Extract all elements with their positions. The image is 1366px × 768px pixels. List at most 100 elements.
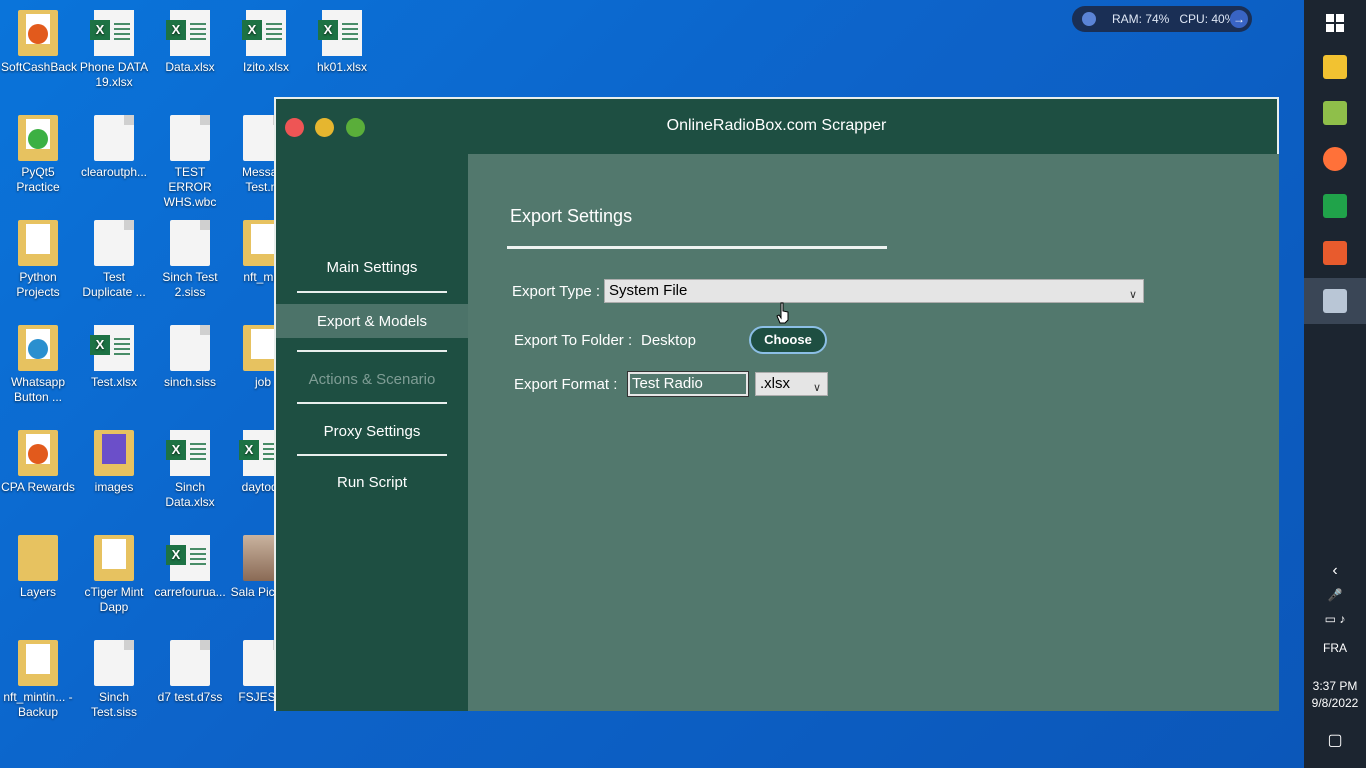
battery-volume-icons[interactable]: ▭ ♪	[1304, 612, 1366, 626]
chevron-down-icon: ∨	[812, 382, 821, 394]
nav-divider	[297, 291, 447, 293]
desktop-icon-data-xlsx[interactable]: X Data.xlsx	[153, 10, 227, 75]
camtasia-orange-icon	[1323, 241, 1347, 265]
nav-run-script[interactable]: Run Script	[276, 474, 468, 491]
export-filename-input[interactable]: Test Radio	[627, 371, 749, 397]
desktop-icon-test-xlsx[interactable]: X Test.xlsx	[77, 325, 151, 390]
folder-icon	[18, 535, 58, 581]
desktop-icon-sinch-siss[interactable]: sinch.siss	[153, 325, 227, 390]
taskbar-camtasia[interactable]	[1304, 183, 1366, 229]
arrow-right-icon[interactable]: →	[1230, 10, 1248, 28]
desktop-icon-label: Sinch Test 2.siss	[162, 270, 218, 299]
desktop-icon-layers[interactable]: Layers	[1, 535, 75, 600]
desktop-icon-pyqt5[interactable]: PyQt5 Practice	[1, 115, 75, 195]
folder-icon	[18, 10, 58, 56]
language-indicator[interactable]: FRA	[1304, 641, 1366, 655]
nav-actions-scenario[interactable]: Actions & Scenario	[276, 371, 468, 388]
desktop-icon-label: PyQt5 Practice	[16, 165, 60, 194]
nav-divider	[297, 402, 447, 404]
choose-folder-button[interactable]: Choose	[749, 326, 827, 354]
desktop-icon-whatsapp[interactable]: Whatsapp Button ...	[1, 325, 75, 405]
section-title: Export Settings	[510, 206, 633, 226]
desktop-icon-softcashback[interactable]: SoftCashBack	[1, 10, 78, 75]
desktop-icon-label: SoftCashBack	[1, 60, 78, 74]
desktop-icon-label: cTiger Mint Dapp	[84, 585, 144, 614]
desktop-icon-images[interactable]: images	[77, 430, 151, 495]
desktop-icon-sinch-test[interactable]: Sinch Test.siss	[77, 640, 151, 720]
resource-monitor[interactable]: RAM: 74% CPU: 40% →	[1072, 6, 1252, 32]
folder-icon	[18, 640, 58, 686]
folder-icon	[18, 325, 58, 371]
desktop-icon-label: TEST ERROR WHS.wbc	[163, 165, 217, 209]
desktop-icon-hk01[interactable]: X hk01.xlsx	[305, 10, 379, 75]
taskbar-firefox[interactable]	[1304, 136, 1366, 182]
notifications-icon[interactable]: ▢	[1304, 730, 1366, 750]
cpu-usage: CPU: 40%	[1179, 12, 1236, 26]
desktop-icon-izito[interactable]: X Izito.xlsx	[229, 10, 303, 75]
taskbar-camtasia-recorder[interactable]	[1304, 230, 1366, 276]
file-icon	[94, 220, 134, 266]
rocket-icon	[1082, 12, 1096, 26]
nav-divider	[297, 350, 447, 352]
desktop-icon-label: Layers	[19, 585, 57, 599]
extension-select[interactable]: .xlsx ∨	[755, 372, 828, 396]
section-underline	[507, 246, 887, 249]
nav-main-settings[interactable]: Main Settings	[276, 259, 468, 276]
excel-file-icon: X	[318, 10, 362, 56]
sidebar: Main Settings Export & Models Actions & …	[276, 154, 468, 711]
desktop-icon-test-error[interactable]: TEST ERROR WHS.wbc	[153, 115, 227, 210]
export-folder-value: Desktop	[641, 332, 697, 349]
desktop-icon-label: Phone DATA 19.xlsx	[79, 60, 149, 89]
desktop-icon-label: Izito.xlsx	[242, 60, 289, 74]
microphone-icon[interactable]: 🎤	[1304, 588, 1366, 602]
folder-icon	[94, 535, 134, 581]
taskbar-scraper-app[interactable]	[1304, 278, 1366, 324]
desktop-icon-label: carrefourua...	[154, 585, 226, 599]
camtasia-green-icon	[1323, 194, 1347, 218]
desktop-icon-label: CPA Rewards	[1, 480, 75, 494]
desktop-icon-python-projects[interactable]: Python Projects	[1, 220, 75, 300]
file-icon	[94, 640, 134, 686]
export-folder-label: Export To Folder :	[514, 332, 633, 349]
folder-icon	[94, 430, 134, 476]
desktop-icon-carrefour[interactable]: X carrefourua...	[153, 535, 227, 600]
excel-file-icon: X	[242, 10, 286, 56]
desktop-icon-label: sinch.siss	[163, 375, 216, 389]
chevron-left-icon[interactable]: ‹	[1304, 562, 1366, 580]
start-button[interactable]	[1304, 0, 1366, 46]
desktop-icon-phone-data[interactable]: X Phone DATA 19.xlsx	[77, 10, 151, 90]
taskbar-file-explorer[interactable]	[1304, 44, 1366, 90]
scraper-app-icon	[1323, 289, 1347, 313]
file-icon	[170, 640, 210, 686]
desktop-icon-clearoutph[interactable]: clearoutph...	[77, 115, 151, 180]
excel-file-icon: X	[90, 325, 134, 371]
title-bar[interactable]: OnlineRadioBox.com Scrapper	[276, 99, 1277, 154]
desktop-icon-test-duplicate[interactable]: Test Duplicate ...	[77, 220, 151, 300]
desktop-icon-cpa-rewards[interactable]: CPA Rewards	[1, 430, 75, 495]
desktop-icon-label: Sinch Data.xlsx	[165, 480, 215, 509]
desktop-icon-sinch-data[interactable]: X Sinch Data.xlsx	[153, 430, 227, 510]
desktop-icon-ctiger[interactable]: cTiger Mint Dapp	[77, 535, 151, 615]
folder-icon	[18, 220, 58, 266]
desktop-icon-label: nft_mintin... - Backup	[3, 690, 73, 719]
clock-date[interactable]: 9/8/2022	[1304, 696, 1366, 710]
ram-usage: RAM: 74%	[1112, 12, 1170, 26]
taskbar: ‹ 🎤 ▭ ♪ FRA 3:37 PM 9/8/2022 ▢	[1304, 0, 1366, 768]
taskbar-app-editor[interactable]	[1304, 90, 1366, 136]
file-icon	[170, 325, 210, 371]
desktop-icon-label: Whatsapp Button ...	[10, 375, 66, 404]
clock-time[interactable]: 3:37 PM	[1304, 679, 1366, 693]
export-settings-panel: Export Settings Export Type : System Fil…	[468, 154, 1279, 711]
firefox-icon	[1323, 147, 1347, 171]
nav-export-models[interactable]: Export & Models	[276, 313, 468, 330]
desktop-icon-sinch-test-2[interactable]: Sinch Test 2.siss	[153, 220, 227, 300]
desktop-icon-d7-test[interactable]: d7 test.d7ss	[153, 640, 227, 705]
editor-app-icon	[1323, 101, 1347, 125]
export-type-select[interactable]: System File ∨	[604, 279, 1144, 303]
desktop-icon-label: d7 test.d7ss	[157, 690, 223, 704]
nav-proxy-settings[interactable]: Proxy Settings	[276, 423, 468, 440]
extension-value: .xlsx	[760, 375, 790, 392]
desktop-icon-nft-backup[interactable]: nft_mintin... - Backup	[1, 640, 75, 720]
app-window: OnlineRadioBox.com Scrapper Main Setting…	[274, 97, 1279, 711]
folder-icon	[18, 115, 58, 161]
